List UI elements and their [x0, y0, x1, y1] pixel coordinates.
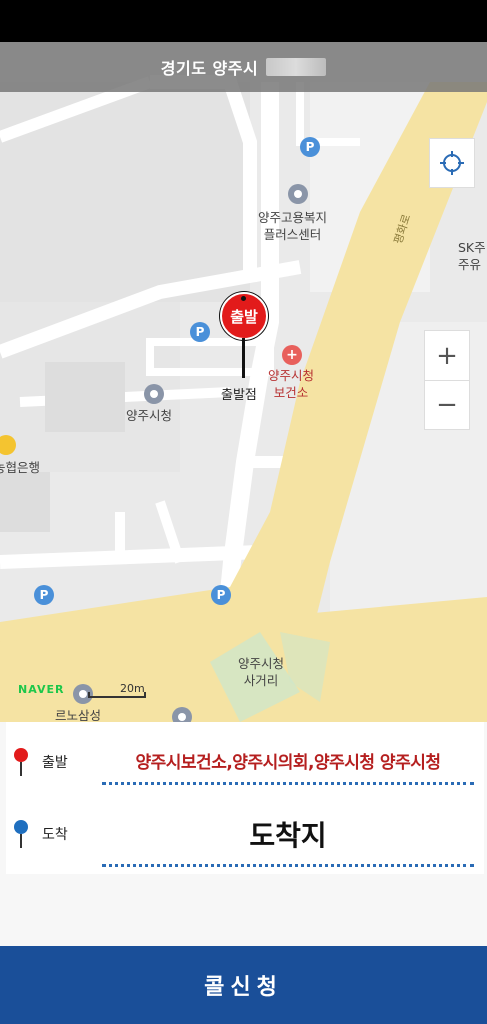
start-dotted-line [102, 782, 474, 785]
government-icon[interactable] [172, 707, 192, 722]
location-redacted [266, 58, 327, 76]
red-pin-icon [14, 748, 28, 778]
employment-center-label[interactable]: 양주고용복지 플러스센터 [258, 210, 327, 244]
start-pin-label: 출발 [230, 307, 258, 326]
zoom-out-button[interactable]: − [424, 380, 470, 430]
parking-icon[interactable]: P [34, 585, 54, 605]
end-value[interactable]: 도착지 [102, 814, 474, 854]
call-request-button[interactable]: 콜신청 [0, 946, 487, 1024]
end-dotted-line [102, 864, 474, 867]
naver-logo: NAVER [18, 683, 65, 696]
start-row[interactable]: 출발 양주시보건소,양주시의회,양주시청 양주시청 [6, 730, 484, 800]
government-icon[interactable] [288, 184, 308, 204]
call-request-label: 콜신청 [204, 974, 283, 999]
start-point-label: 출발점 [221, 388, 257, 403]
location-text: 경기도 양주시 [160, 59, 259, 78]
parking-icon[interactable]: P [211, 585, 231, 605]
intersection-label[interactable]: 양주시청 사거리 [238, 656, 284, 690]
map-view[interactable]: P 양주고용복지플러스센터 P + 양주시청보건소 양주시청 농협은행 평화로 … [0, 42, 487, 722]
parking-icon[interactable]: P [190, 322, 210, 342]
map-scale-text: 20m [120, 682, 145, 695]
end-label: 도착 [42, 827, 68, 843]
bank-label[interactable]: 농협은행 [0, 460, 40, 477]
zoom-in-button[interactable]: + [424, 330, 470, 380]
start-label: 출발 [42, 755, 68, 771]
hospital-icon[interactable]: + [282, 345, 302, 365]
crosshair-icon [440, 151, 464, 175]
start-value[interactable]: 양주시보건소,양주시의회,양주시청 양주시청 [102, 748, 474, 773]
government-icon[interactable] [144, 384, 164, 404]
bottom-poi-label[interactable]: 르노삼성 [55, 708, 101, 722]
map-canvas [0, 42, 487, 722]
current-location-button[interactable] [429, 138, 475, 188]
status-bar [0, 0, 487, 42]
route-panel: 출발 양주시보건소,양주시의회,양주시청 양주시청 도착 도착지 [0, 722, 487, 946]
start-pin-dot [241, 296, 246, 301]
health-center-label[interactable]: 양주시청 보건소 [268, 368, 314, 402]
location-header: 경기도 양주시 [0, 42, 487, 92]
blue-pin-icon [14, 820, 28, 850]
city-hall-label[interactable]: 양주시청 [126, 408, 172, 425]
parking-icon[interactable]: P [300, 137, 320, 157]
sk-label[interactable]: SK주 주유 [458, 240, 486, 274]
start-pin-stick [242, 338, 245, 378]
end-row[interactable]: 도착 도착지 [6, 804, 484, 874]
